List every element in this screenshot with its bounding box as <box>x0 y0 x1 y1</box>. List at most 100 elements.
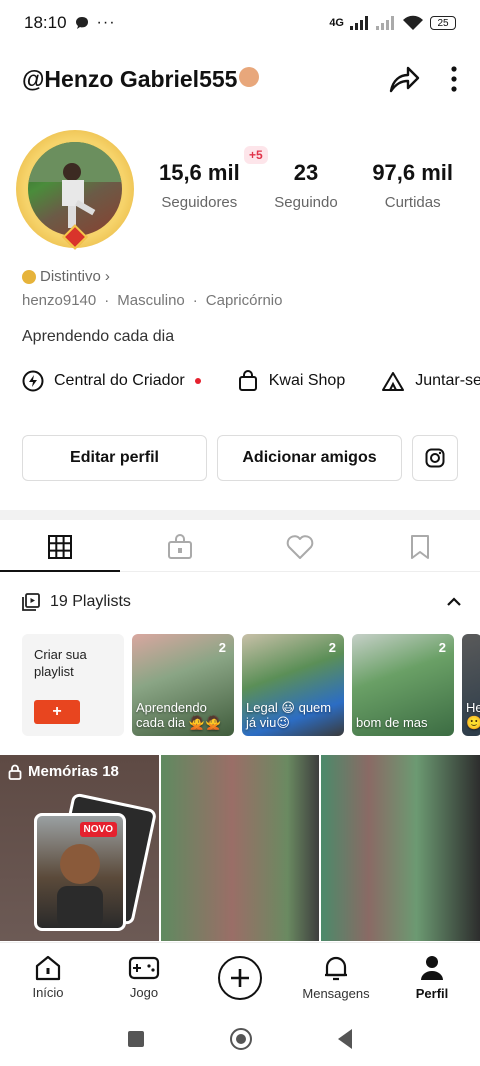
kwai-shop-link[interactable]: Kwai Shop <box>237 370 346 392</box>
playlist-card[interactable]: 2 Legal 😃 quem já viu😉 <box>242 634 344 736</box>
badge-icon <box>22 269 36 284</box>
new-badge: NOVO <box>79 822 117 837</box>
status-bar: 18:10 ··· 4G 25 <box>0 0 480 46</box>
bell-icon <box>325 956 347 981</box>
meta-separator: · <box>192 292 198 309</box>
playlist-card[interactable]: He 🙂 <box>462 634 480 736</box>
tab-likes[interactable] <box>240 522 360 571</box>
playlist-icon <box>22 593 40 611</box>
playlist-card[interactable]: 2 Aprendendo cada dia 🙅🙅 <box>132 634 234 736</box>
chevron-right-icon: › <box>104 268 110 285</box>
playlist-card[interactable]: 2 bom de mas <box>352 634 454 736</box>
shopping-bag-icon <box>238 370 257 391</box>
nav-create[interactable] <box>192 943 288 1012</box>
create-playlist-label: Criar sua playlist <box>34 647 87 679</box>
creator-center-label: Central do Criador <box>54 372 185 389</box>
profile-stats: 15,6 mil Seguidores 23 Seguindo 97,6 mil… <box>146 160 466 211</box>
stat-followers[interactable]: 15,6 mil Seguidores <box>146 160 253 211</box>
tab-private[interactable] <box>120 522 240 571</box>
bottom-navigation: Início Jogo Mensagens Perfil <box>0 942 480 1012</box>
join-label: Juntar-se <box>415 372 480 389</box>
battery-icon: 25 <box>430 16 456 30</box>
likes-label: Curtidas <box>384 194 441 211</box>
nav-game-label: Jogo <box>129 985 159 1000</box>
more-options-icon[interactable] <box>450 65 458 93</box>
create-playlist-card[interactable]: Criar sua playlist + <box>22 634 124 736</box>
video-thumbnail[interactable] <box>321 755 480 941</box>
memories-label: Memórias 18 <box>8 763 119 780</box>
likes-count: 97,6 mil <box>372 160 454 185</box>
grid-icon <box>48 534 72 559</box>
profile-bio: Aprendendo cada dia <box>22 328 175 345</box>
kwai-shop-label: Kwai Shop <box>268 372 346 389</box>
profile-handle: henzo9140 <box>22 292 97 309</box>
nav-home[interactable]: Início <box>0 943 96 1012</box>
edit-profile-button[interactable]: Editar perfil <box>22 435 207 481</box>
avatar[interactable] <box>16 130 134 250</box>
playlist-title: bom de mas <box>356 715 428 730</box>
chat-notification-icon <box>75 17 88 29</box>
memories-text: Memórias 18 <box>28 763 119 780</box>
tab-saved[interactable] <box>360 522 480 571</box>
playlists-header[interactable]: 19 Playlists <box>22 582 462 622</box>
back-icon[interactable] <box>338 1029 352 1049</box>
nav-game[interactable]: Jogo <box>96 943 192 1012</box>
stat-likes[interactable]: 97,6 mil Curtidas <box>359 160 466 211</box>
profile-gender: Masculino <box>117 292 185 309</box>
instagram-button[interactable] <box>412 435 458 481</box>
system-navigation <box>0 1012 480 1066</box>
playlist-count: 2 <box>438 640 446 655</box>
profile-sign: Capricórnio <box>205 292 283 309</box>
signal-weak-icon <box>376 16 394 30</box>
create-playlist-button[interactable]: + <box>34 700 80 724</box>
meta-separator: · <box>104 292 110 309</box>
profile-header: @Henzo Gabriel555 <box>0 56 480 102</box>
video-thumbnail[interactable] <box>160 755 320 941</box>
creator-center-link[interactable]: Central do Criador <box>22 370 201 392</box>
status-time: 18:10 <box>24 13 67 32</box>
profile-meta: henzo9140 · Masculino · Capricórnio <box>22 292 282 309</box>
gamepad-icon <box>128 956 160 980</box>
lock-bag-icon <box>168 533 192 559</box>
distintivo-link[interactable]: Distintivo › <box>22 268 110 285</box>
playlist-count: 2 <box>218 640 226 655</box>
profile-actions: Editar perfil Adicionar amigos <box>22 435 458 481</box>
recent-apps-icon[interactable] <box>128 1031 144 1047</box>
memory-card: NOVO <box>34 813 126 931</box>
stat-following[interactable]: 23 Seguindo <box>253 160 360 211</box>
home-button-icon[interactable] <box>230 1028 252 1050</box>
nav-profile-label: Perfil <box>415 986 449 1001</box>
instagram-icon <box>425 448 445 468</box>
home-icon <box>35 955 61 981</box>
chevron-up-icon[interactable] <box>446 597 462 607</box>
lock-icon <box>8 764 22 780</box>
network-type: 4G <box>329 17 344 29</box>
signal-icon <box>350 16 368 30</box>
nav-profile[interactable]: Perfil <box>384 943 480 1012</box>
add-friends-button[interactable]: Adicionar amigos <box>217 435 402 481</box>
battery-level: 25 <box>437 17 449 29</box>
memories-tile[interactable]: Memórias 18 NOVO <box>0 755 159 941</box>
nav-messages-label: Mensagens <box>302 986 370 1001</box>
profile-icon <box>421 956 443 980</box>
playlists-count: 19 Playlists <box>50 593 131 610</box>
playlist-title: Legal 😃 quem já viu😉 <box>246 700 332 730</box>
playlist-count: 2 <box>328 640 336 655</box>
bookmark-icon <box>411 534 429 559</box>
share-icon[interactable] <box>388 64 420 94</box>
nav-home-label: Início <box>32 985 64 1000</box>
lightning-icon <box>22 370 44 392</box>
heart-icon <box>286 534 314 559</box>
avatar-photo <box>28 142 122 236</box>
notification-dot <box>194 378 201 384</box>
join-link[interactable]: Juntar-se <box>381 370 480 392</box>
more-dots-icon: ··· <box>96 14 116 31</box>
following-count: 23 <box>293 160 319 185</box>
playlist-title: He 🙂 <box>466 700 480 730</box>
content-tabs <box>0 522 480 572</box>
section-divider <box>0 510 480 520</box>
playlists-row: Criar sua playlist + 2 Aprendendo cada d… <box>22 634 480 736</box>
nav-messages[interactable]: Mensagens <box>288 943 384 1012</box>
followers-label: Seguidores <box>161 194 238 211</box>
tab-grid[interactable] <box>0 522 120 572</box>
